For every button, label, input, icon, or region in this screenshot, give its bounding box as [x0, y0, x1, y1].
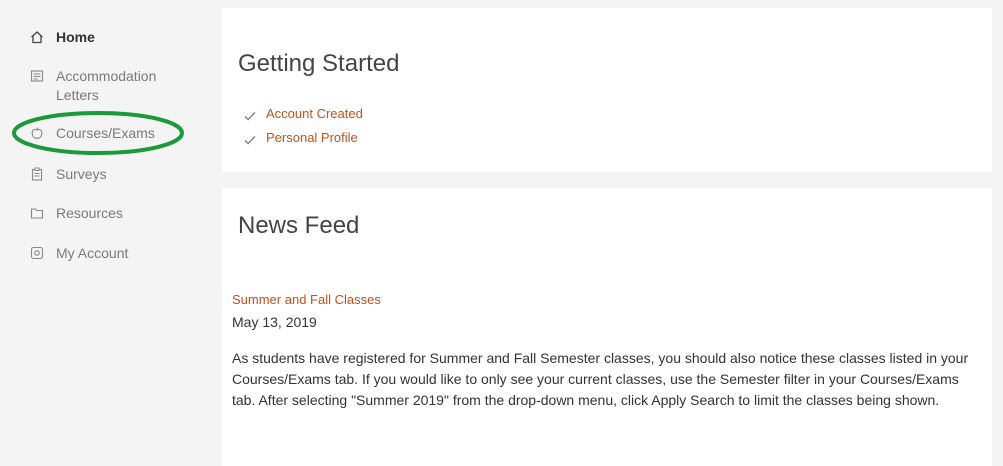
- sidebar-item-surveys[interactable]: Surveys: [30, 165, 107, 184]
- sidebar-item-label: Surveys: [56, 166, 107, 182]
- news-post-body: As students have registered for Summer a…: [232, 350, 969, 408]
- home-icon: [30, 30, 44, 44]
- checklist-item-label[interactable]: Personal Profile: [266, 130, 358, 145]
- courses-icon: [30, 126, 44, 140]
- news-feed-title: News Feed: [238, 212, 360, 239]
- sidebar-item-label: My Account: [56, 245, 129, 261]
- main-content: Getting Started Account Created Personal…: [222, 8, 992, 466]
- news-post-date: May 13, 2019: [232, 314, 317, 330]
- getting-started-title: Getting Started: [238, 50, 400, 77]
- sidebar-item-label: Resources: [56, 205, 123, 221]
- folder-icon: [30, 206, 44, 220]
- letter-icon: [30, 69, 44, 83]
- app-window: Home Accommodation Letters Courses/Exams…: [0, 0, 1003, 466]
- sidebar-item-courses-exams[interactable]: Courses/Exams: [30, 124, 155, 143]
- sidebar-item-label: Accommodation Letters: [56, 68, 157, 103]
- check-icon: [244, 109, 256, 120]
- checklist-item-account-created: Account Created: [244, 106, 363, 121]
- sidebar: Home Accommodation Letters Courses/Exams…: [0, 0, 212, 466]
- sidebar-item-my-account[interactable]: My Account: [30, 244, 128, 263]
- news-feed-card: News Feed Summer and Fall Classes May 13…: [222, 188, 992, 466]
- getting-started-card: Getting Started Account Created Personal…: [222, 8, 992, 172]
- sidebar-item-label: Courses/Exams: [56, 125, 155, 141]
- sidebar-item-accommodation-letters[interactable]: Accommodation Letters: [30, 67, 186, 105]
- clipboard-icon: [30, 167, 44, 181]
- sidebar-item-resources[interactable]: Resources: [30, 204, 123, 223]
- check-icon: [244, 133, 256, 144]
- gear-icon: [30, 246, 44, 260]
- sidebar-item-home[interactable]: Home: [30, 28, 95, 47]
- checklist-item-personal-profile: Personal Profile: [244, 130, 358, 145]
- news-post-title-link[interactable]: Summer and Fall Classes: [232, 292, 381, 307]
- checklist-item-label[interactable]: Account Created: [266, 106, 363, 121]
- sidebar-item-label: Home: [56, 29, 95, 45]
